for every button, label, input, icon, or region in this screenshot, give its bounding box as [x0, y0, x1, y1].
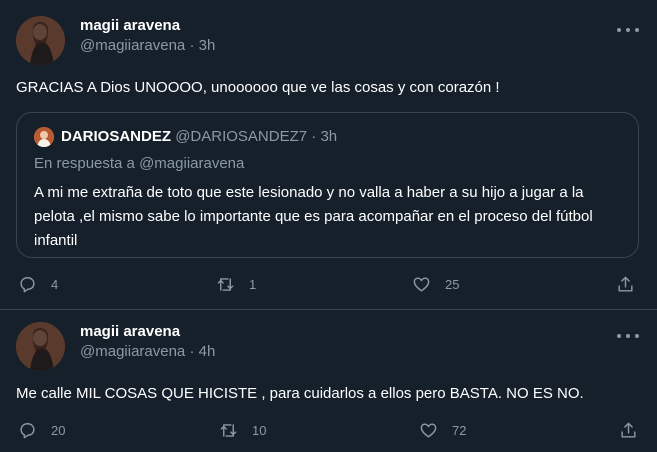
- like-button[interactable]: 25: [412, 272, 459, 296]
- reply-button[interactable]: 4: [18, 272, 58, 296]
- quoted-timestamp: 3h: [320, 128, 338, 145]
- avatar-image: [16, 322, 65, 371]
- display-name[interactable]: magii aravena: [80, 16, 215, 36]
- like-count: 72: [452, 422, 467, 438]
- like-icon: [420, 422, 437, 438]
- tweet[interactable]: magii aravena @magiiaravena · 3h GRACIAS…: [0, 0, 657, 310]
- retweet-count: 1: [249, 276, 257, 292]
- quoted-user-handle: @DARIOSANDEZ7: [175, 128, 308, 145]
- separator: ·: [189, 343, 195, 360]
- retweet-count: 10: [252, 422, 267, 438]
- reply-prefix: En respuesta a: [34, 155, 135, 172]
- separator: ·: [189, 37, 195, 54]
- share-icon: [618, 276, 633, 292]
- quoted-display-name: DARIOSANDEZ: [61, 128, 172, 145]
- more-icon[interactable]: [617, 328, 639, 344]
- user-handle[interactable]: @magiiaravena: [80, 37, 185, 54]
- action-bar: 20 10 72: [16, 418, 646, 442]
- reply-count: 20: [51, 422, 66, 438]
- user-handle[interactable]: @magiiaravena: [80, 343, 185, 360]
- separator: ·: [311, 128, 317, 145]
- reply-mention[interactable]: @magiiaravena: [139, 155, 244, 172]
- quoted-avatar[interactable]: [34, 127, 54, 147]
- timestamp[interactable]: 3h: [199, 37, 216, 54]
- more-icon[interactable]: [617, 22, 639, 38]
- share-button[interactable]: [619, 418, 638, 442]
- reply-count: 4: [51, 276, 59, 292]
- quoted-avatar-image: [34, 127, 54, 147]
- retweet-icon: [217, 277, 234, 291]
- like-icon: [413, 276, 430, 292]
- tweet-text: Me calle MIL COSAS QUE HICISTE , para cu…: [16, 385, 584, 402]
- tweet[interactable]: magii aravena @magiiaravena · 4h Me call…: [0, 310, 657, 452]
- share-button[interactable]: [616, 272, 635, 296]
- reply-icon: [20, 422, 35, 438]
- quoted-tweet[interactable]: DARIOSANDEZ @DARIOSANDEZ7 · 3h En respue…: [16, 112, 639, 258]
- retweet-button[interactable]: 10: [219, 418, 266, 442]
- reply-icon: [20, 276, 35, 292]
- reply-button[interactable]: 20: [18, 418, 65, 442]
- display-name[interactable]: magii aravena: [80, 322, 215, 342]
- like-count: 25: [445, 276, 460, 292]
- quoted-text: A mi me extraña de toto que este lesiona…: [34, 184, 593, 249]
- avatar[interactable]: [16, 322, 65, 371]
- like-button[interactable]: 72: [419, 418, 466, 442]
- retweet-button[interactable]: 1: [216, 272, 256, 296]
- retweet-icon: [220, 423, 237, 437]
- reply-context: En respuesta a @magiiaravena: [34, 154, 244, 174]
- share-icon: [621, 422, 636, 438]
- avatar[interactable]: [16, 16, 65, 65]
- tweet-text: GRACIAS A Dios UNOOOO, unoooooo que ve l…: [16, 79, 500, 96]
- timestamp[interactable]: 4h: [199, 343, 216, 360]
- action-bar: 4 1 25: [16, 272, 646, 296]
- avatar-image: [16, 16, 65, 65]
